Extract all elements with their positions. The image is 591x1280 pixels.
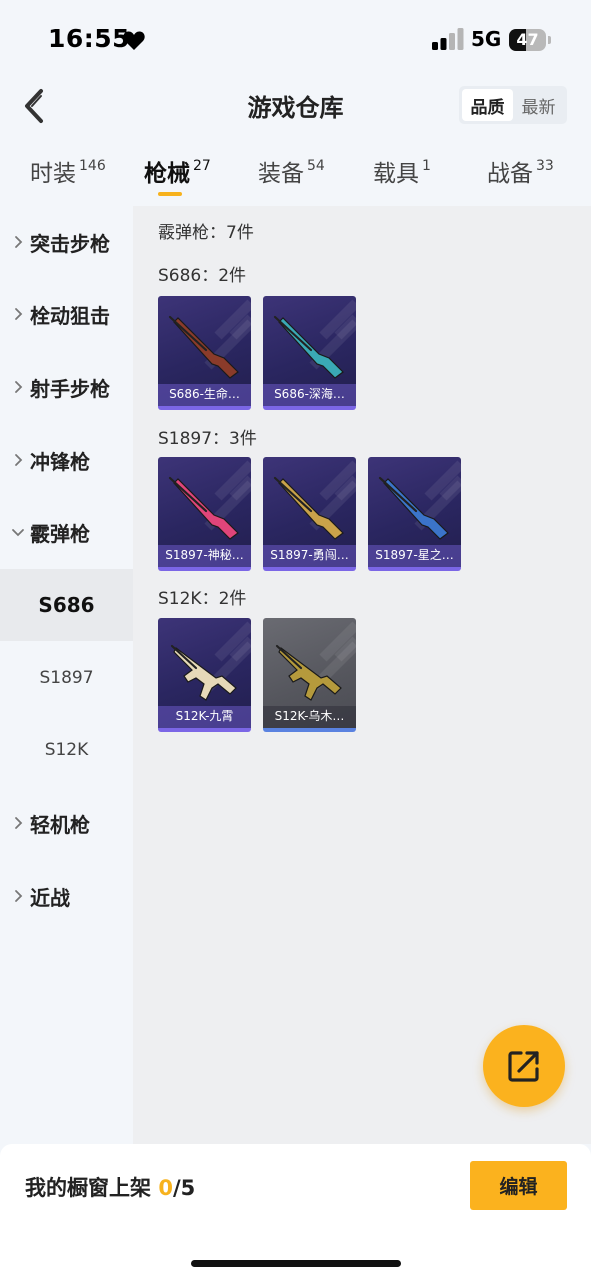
chevron-right-icon bbox=[11, 453, 25, 467]
showcase-count: 0 bbox=[158, 1176, 173, 1200]
tab-count: 33 bbox=[536, 158, 554, 174]
tab-vehicles[interactable]: 载具 1 bbox=[373, 154, 431, 198]
chevron-right-icon bbox=[11, 889, 25, 903]
sidebar-item-lmg[interactable]: 轻机枪 bbox=[0, 787, 133, 859]
sidebar-item-label: 射手步枪 bbox=[30, 376, 110, 401]
sort-option-quality[interactable]: 品质 bbox=[462, 89, 513, 121]
tab-label: 枪械 bbox=[144, 161, 190, 187]
tab-count: 27 bbox=[193, 158, 211, 174]
sort-toggle: 品质 最新 bbox=[459, 86, 567, 124]
tab-label: 载具 bbox=[373, 161, 419, 187]
shotgun-icon bbox=[275, 644, 342, 701]
sidebar-item-assault-rifle[interactable]: 突击步枪 bbox=[0, 206, 133, 278]
item-card[interactable]: S12K-九霄 bbox=[158, 618, 251, 732]
sidebar-subitem-s12k[interactable]: S12K bbox=[0, 714, 133, 786]
item-card[interactable]: S686-深海… bbox=[263, 296, 356, 410]
item-card[interactable]: S1897-神秘… bbox=[158, 457, 251, 571]
chevron-right-icon bbox=[11, 235, 25, 249]
sidebar-item-bolt-sniper[interactable]: 栓动狙击 bbox=[0, 278, 133, 350]
network-label: 5G bbox=[471, 27, 502, 51]
item-name: S1897-星之… bbox=[375, 548, 454, 562]
share-button[interactable] bbox=[483, 1025, 565, 1107]
item-name: S12K-九霄 bbox=[175, 709, 234, 723]
group-title-s12k: S12K：2件 bbox=[158, 589, 247, 609]
shotgun-icon bbox=[273, 315, 344, 379]
tab-count: 1 bbox=[422, 158, 431, 174]
item-name: S1897-神秘… bbox=[165, 548, 244, 562]
chevron-right-icon bbox=[11, 816, 25, 830]
chevron-down-icon bbox=[11, 528, 25, 537]
showcase-status: 我的橱窗上架 0/5 bbox=[25, 1172, 195, 1202]
tab-label: 时装 bbox=[30, 161, 76, 187]
heart-icon bbox=[123, 31, 145, 50]
battery-percent: 47 bbox=[516, 30, 539, 49]
tab-count: 54 bbox=[307, 158, 325, 174]
item-card[interactable]: S686-生命… bbox=[158, 296, 251, 410]
sidebar-item-label: 轻机枪 bbox=[30, 812, 90, 837]
status-bar: 16:55 5G 47 bbox=[0, 0, 591, 78]
tab-firearms[interactable]: 枪械 27 bbox=[144, 154, 211, 198]
item-name: S12K-乌木… bbox=[274, 709, 345, 723]
group-title-s686: S686：2件 bbox=[158, 266, 247, 286]
header: 游戏仓库 品质 最新 bbox=[0, 78, 591, 134]
active-tab-indicator bbox=[158, 192, 182, 196]
sidebar-item-label: 霰弹枪 bbox=[30, 521, 90, 546]
item-card[interactable]: S12K-乌木… bbox=[263, 618, 356, 732]
chevron-right-icon bbox=[11, 380, 25, 394]
sidebar-subitem-s686[interactable]: S686 bbox=[0, 569, 133, 641]
shotgun-icon bbox=[168, 315, 239, 379]
tab-count: 146 bbox=[79, 158, 106, 174]
shotgun-icon bbox=[273, 476, 344, 540]
tab-combat-supplies[interactable]: 战备 33 bbox=[487, 154, 554, 198]
item-name: S686-深海… bbox=[274, 387, 345, 401]
shotgun-icon bbox=[378, 476, 449, 540]
sidebar-item-label: 近战 bbox=[30, 885, 70, 910]
chevron-right-icon bbox=[11, 307, 25, 321]
external-link-icon bbox=[508, 1051, 539, 1082]
sidebar-item-label: 栓动狙击 bbox=[30, 303, 110, 328]
shotgun-icon bbox=[168, 476, 239, 540]
sidebar-subitem-s1897[interactable]: S1897 bbox=[0, 642, 133, 714]
tab-fashion[interactable]: 时装 146 bbox=[30, 154, 106, 198]
category-tabs: 时装 146 枪械 27 装备 54 载具 1 战备 33 bbox=[0, 146, 591, 204]
signal-icon bbox=[432, 28, 464, 50]
battery-icon: 47 bbox=[509, 29, 551, 51]
sidebar-item-label: 冲锋枪 bbox=[30, 449, 90, 474]
sidebar-item-melee[interactable]: 近战 bbox=[0, 860, 133, 932]
group-title-s1897: S1897：3件 bbox=[158, 429, 257, 449]
sidebar-item-shotgun[interactable]: 霰弹枪 bbox=[0, 496, 133, 568]
sidebar-item-marksman-rifle[interactable]: 射手步枪 bbox=[0, 351, 133, 423]
tab-label: 装备 bbox=[258, 161, 304, 187]
bottom-bar: 我的橱窗上架 0/5 编辑 bbox=[0, 1144, 591, 1280]
category-summary: 霰弹枪：7件 bbox=[158, 223, 254, 243]
home-indicator bbox=[191, 1260, 401, 1267]
item-card[interactable]: S1897-勇闯… bbox=[263, 457, 356, 571]
status-time: 16:55 bbox=[48, 24, 131, 53]
sort-option-newest[interactable]: 最新 bbox=[513, 89, 564, 121]
tab-label: 战备 bbox=[487, 161, 533, 187]
showcase-label: 我的橱窗上架 bbox=[25, 1176, 151, 1200]
sidebar: 突击步枪 栓动狙击 射手步枪 冲锋枪 霰弹枪 S686 S1897 S12K 轻… bbox=[0, 206, 133, 1144]
item-card[interactable]: S1897-星之… bbox=[368, 457, 461, 571]
item-name: S686-生命… bbox=[169, 387, 240, 401]
tab-equipment[interactable]: 装备 54 bbox=[258, 154, 325, 198]
shotgun-icon bbox=[170, 644, 237, 701]
inventory-content: 霰弹枪：7件 S686：2件 S686-生命… S686-深海… S1897：3… bbox=[133, 206, 591, 1144]
item-name: S1897-勇闯… bbox=[270, 548, 349, 562]
sidebar-item-smg[interactable]: 冲锋枪 bbox=[0, 424, 133, 496]
sidebar-item-label: 突击步枪 bbox=[30, 231, 110, 256]
showcase-total: /5 bbox=[172, 1176, 196, 1200]
edit-button[interactable]: 编辑 bbox=[470, 1161, 567, 1210]
